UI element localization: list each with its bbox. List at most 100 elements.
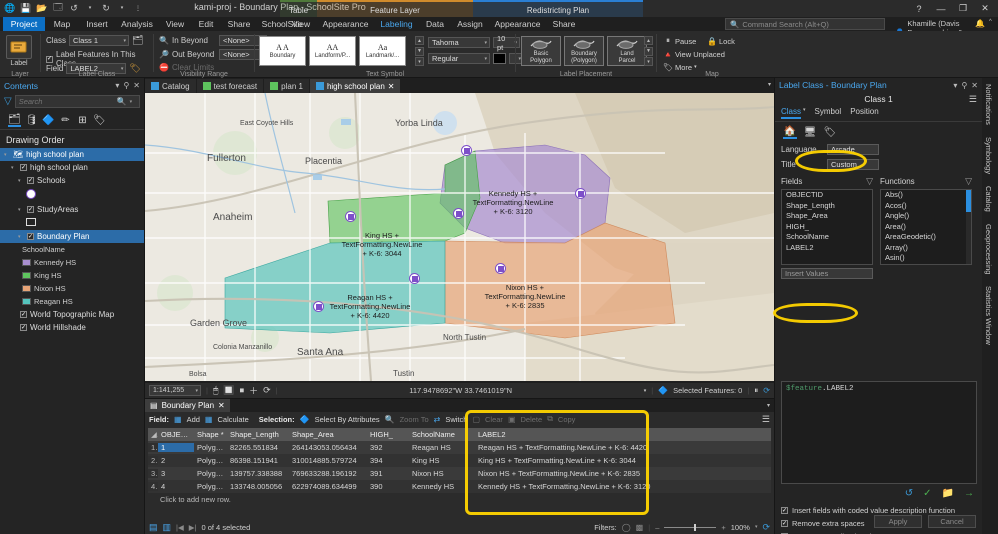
- search-icon[interactable]: 🔍: [117, 97, 127, 106]
- font-family-combobox[interactable]: Tahoma: [428, 37, 490, 48]
- layer-visibility-checkbox[interactable]: ✓: [27, 206, 34, 213]
- sidebar-item-world-hillshade[interactable]: ✓ World Hillshade: [0, 321, 144, 334]
- cell-objectid[interactable]: 3: [158, 469, 194, 478]
- more-chevron-icon[interactable]: ▾: [694, 64, 697, 70]
- cell-objectid[interactable]: 1: [158, 443, 194, 452]
- functions-scrollbar-track[interactable]: [966, 190, 971, 264]
- fields-filter-icon[interactable]: ▽: [866, 176, 873, 187]
- cell-shape[interactable]: Polygon: [194, 482, 227, 491]
- placement-scroll-down-icon[interactable]: ▼: [644, 46, 653, 56]
- select-by-attributes-label[interactable]: Select By Attributes: [315, 415, 380, 424]
- cell-label2[interactable]: Nixon HS + TextFormatting.NewLine + K-6:…: [475, 469, 771, 478]
- close-icon[interactable]: ✕: [218, 401, 225, 410]
- ribbon-tab-insert[interactable]: Insert: [79, 17, 115, 31]
- row-number[interactable]: 1: [148, 443, 158, 452]
- row-number[interactable]: 4: [148, 482, 158, 491]
- contents-pin-icon[interactable]: ⚲: [123, 81, 129, 90]
- label-class-options-icon[interactable]: ☰: [969, 94, 977, 105]
- cell-schoolname[interactable]: King HS: [409, 456, 475, 465]
- label-class-icon[interactable]: 🏠: [783, 126, 797, 139]
- map-tool-pan-icon[interactable]: 🖱: [213, 385, 218, 396]
- cell-shape[interactable]: Polygon: [194, 443, 227, 452]
- minimize-button[interactable]: —: [930, 1, 952, 16]
- ribbon-tab-share[interactable]: Share: [546, 17, 582, 31]
- ribbon-tab-appearance[interactable]: Appearance: [317, 17, 374, 31]
- function-list-item[interactable]: Atan(): [881, 264, 971, 265]
- insert-values-button[interactable]: Insert Values: [781, 268, 873, 279]
- cell-shape_length[interactable]: 133748.005056: [227, 482, 289, 491]
- label-pane-tab-position[interactable]: Position: [850, 107, 878, 119]
- ribbon-tab-view[interactable]: View: [159, 17, 191, 31]
- switch-selection-icon[interactable]: ⇄: [434, 415, 441, 424]
- legend-item-nixon-hs[interactable]: Nixon HS: [0, 282, 144, 295]
- text-symbol-landform-p---[interactable]: AA Landform/P...: [309, 36, 356, 66]
- expression-action-buttons[interactable]: ↺ ✓ 📁 →: [905, 488, 974, 499]
- cell-shape[interactable]: Polygon: [194, 456, 227, 465]
- cell-high_[interactable]: 392: [367, 443, 409, 452]
- collapse-ribbon-icon[interactable]: ^: [989, 19, 992, 25]
- column-header[interactable]: Shape_Area: [289, 430, 367, 439]
- cell-schoolname[interactable]: Reagan HS: [409, 443, 475, 452]
- list-by-selection-icon[interactable]: 🔷: [42, 114, 55, 127]
- label-placement-land-parcel[interactable]: Land Parcel: [607, 36, 647, 66]
- restore-button[interactable]: ❐: [952, 1, 974, 16]
- field-list-item[interactable]: SchoolName: [782, 232, 872, 243]
- sql-query-icon[interactable]: 🖥: [803, 126, 817, 139]
- side-tab-geoprocessing[interactable]: Geoprocessing: [982, 218, 995, 280]
- expand-arrow-icon[interactable]: ▾: [4, 152, 10, 158]
- ribbon-tab-analysis[interactable]: Analysis: [115, 17, 159, 31]
- table-list-view-icon[interactable]: ▥: [163, 522, 172, 533]
- expression-icon[interactable]: 🏷: [823, 126, 837, 139]
- text-symbol-boundary[interactable]: A A Boundary: [259, 36, 306, 66]
- row-number[interactable]: 2: [148, 456, 158, 465]
- placement-scroll[interactable]: ▲ ▼ ▾: [644, 36, 653, 66]
- school-point-marker[interactable]: [461, 145, 472, 156]
- table-tab-bar[interactable]: ▤ Boundary Plan ✕ ▾: [145, 399, 774, 412]
- expand-arrow-icon[interactable]: ▾: [18, 178, 24, 184]
- list-by-editing-icon[interactable]: ✏: [59, 114, 72, 127]
- function-list-item[interactable]: Angle(): [881, 211, 971, 222]
- map-tool-refresh-icon[interactable]: ⟳: [263, 385, 271, 396]
- map-tool-pause-icon[interactable]: ⏹: [240, 385, 245, 396]
- filter-icon[interactable]: ▽: [4, 96, 12, 107]
- column-header[interactable]: LABEL2: [475, 430, 771, 439]
- pane-action-buttons[interactable]: Apply Cancel: [874, 515, 976, 528]
- gallery-expand-icon[interactable]: ▾: [415, 57, 424, 66]
- pane-menu-icon[interactable]: ▾: [953, 81, 957, 90]
- option-remove-extra-line-breaks[interactable]: Remove extra line breaks: [775, 530, 983, 534]
- expand-arrow-icon[interactable]: ▾: [18, 234, 24, 240]
- sidebar-item-high-school-plan[interactable]: ▾ 🗺 high school plan: [0, 148, 144, 161]
- cell-shape[interactable]: Polygon: [194, 469, 227, 478]
- list-by-labeling-icon[interactable]: 🏷: [93, 114, 106, 127]
- cell-shape_area[interactable]: 769633288.196192: [289, 469, 367, 478]
- field-list-item[interactable]: OBJECTID: [782, 190, 872, 201]
- attribute-table-grid[interactable]: ◢OBJECTID *Shape *Shape_LengthShape_Area…: [148, 428, 771, 506]
- table-view-icon[interactable]: ▤: [149, 522, 158, 533]
- add-new-row[interactable]: Click to add new row.: [148, 493, 771, 506]
- school-point-marker[interactable]: [453, 208, 464, 219]
- sidebar-item-high-school-plan[interactable]: ▾ ✓ high school plan: [0, 161, 144, 174]
- export-icon[interactable]: →: [964, 488, 974, 499]
- sidebar-item-schools[interactable]: ▾ ✓ Schools: [0, 174, 144, 187]
- filter-none-icon[interactable]: ◯: [622, 523, 631, 532]
- ribbon-tab-data[interactable]: Data: [419, 17, 451, 31]
- view-tab-bar[interactable]: Catalog test forecast plan 1 high school pl…: [145, 78, 774, 93]
- cell-schoolname[interactable]: Nixon HS: [409, 469, 475, 478]
- search-input[interactable]: [18, 97, 114, 106]
- next-record-icon[interactable]: ▶|: [189, 523, 197, 532]
- refresh-table-icon[interactable]: ⟳: [762, 522, 770, 533]
- function-list-item[interactable]: Array(): [881, 243, 971, 254]
- label-button[interactable]: Label: [5, 35, 33, 67]
- school-point-marker[interactable]: [313, 301, 324, 312]
- column-header[interactable]: OBJECTID *: [158, 430, 194, 439]
- pane-pin-icon[interactable]: ⚲: [961, 81, 967, 90]
- list-by-data-source-icon[interactable]: 🛢: [25, 114, 38, 127]
- map-canvas[interactable]: Yorba Linda Fullerton Placentia Anaheim Gard…: [145, 93, 774, 381]
- ribbon-tab-view[interactable]: View: [285, 17, 317, 31]
- functions-scrollbar-thumb[interactable]: [966, 190, 971, 212]
- table-row[interactable]: 3 3 Polygon 139757.338388 769633288.196192 39…: [148, 467, 771, 480]
- functions-list[interactable]: Abs() Acos() Angle() Area() AreaGeodetic() Ar…: [880, 189, 972, 265]
- search-options-icon[interactable]: ▾: [130, 99, 133, 105]
- field-list-item[interactable]: Shape_Length: [782, 201, 872, 212]
- cell-shape_length[interactable]: 139757.338388: [227, 469, 289, 478]
